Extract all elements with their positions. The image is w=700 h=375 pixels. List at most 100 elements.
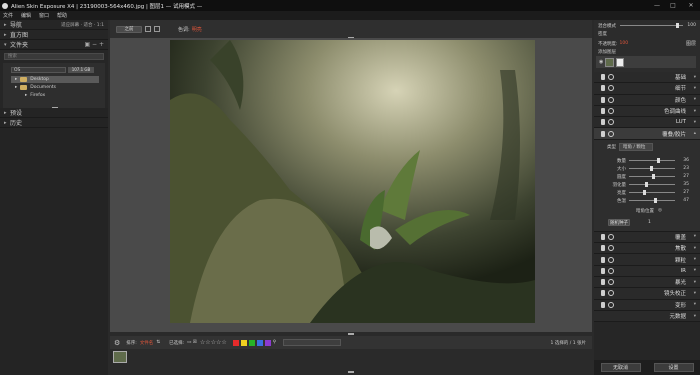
star-rating[interactable]: ☆☆☆☆☆ [200, 339, 227, 346]
panel-basic[interactable]: 基础 ▾ [594, 72, 700, 84]
reset-icon[interactable] [608, 74, 614, 81]
tree-item-desktop[interactable]: ▸ Desktop [11, 76, 99, 83]
random-seed-button[interactable]: 随机种子 [608, 219, 630, 227]
slider-track[interactable] [629, 174, 675, 180]
folders-header[interactable]: ▾ 文件夹 ▣ − + [0, 40, 108, 50]
layer-item[interactable]: ◉ [596, 56, 696, 68]
slider-size[interactable]: 大小 23 [604, 165, 694, 173]
sort-order-icon[interactable]: ⇅ [156, 340, 160, 345]
panel-detail[interactable]: 细节 ▾ [594, 83, 700, 95]
type-row[interactable]: 类型 暗角 / 颗粒 [604, 142, 694, 151]
slider-roundness[interactable]: 圆度 27 [604, 173, 694, 181]
menu-help[interactable]: 帮助 [57, 12, 67, 19]
histogram-header[interactable]: ▸ 直方图 [0, 30, 108, 40]
folder-actions-icon[interactable]: ▣ − + [84, 41, 104, 48]
panel-overlays[interactable]: 覆盖 ▾ [594, 231, 700, 244]
slider-track[interactable] [629, 182, 675, 188]
density-slider[interactable]: 密度 [598, 30, 696, 37]
slider-knob[interactable] [654, 198, 658, 204]
slider-temperature[interactable]: 色温 47 [604, 197, 694, 205]
panel-exposure[interactable]: 暴光 ▾ [594, 276, 700, 289]
reset-icon[interactable] [608, 301, 614, 308]
browser-search-input[interactable] [283, 339, 342, 346]
random-seed-row[interactable]: 随机种子 1 [604, 219, 694, 227]
single-view-icon[interactable] [145, 26, 151, 32]
panel-lut[interactable]: LUT ▾ [594, 117, 700, 129]
slider-feather[interactable]: 羽化量 35 [604, 181, 694, 189]
toggle-icon[interactable] [601, 290, 605, 297]
vignette-center-row[interactable]: 暗角位置 ◎ [604, 207, 694, 215]
reset-icon[interactable] [608, 130, 614, 137]
slider-track[interactable] [629, 198, 675, 204]
flag-icon[interactable]: ▭ ☒ [187, 340, 197, 345]
toggle-icon[interactable] [601, 108, 605, 115]
slider-track[interactable] [629, 166, 675, 172]
reset-icon[interactable] [608, 290, 614, 297]
slider-knob[interactable] [642, 190, 646, 196]
target-icon[interactable]: ◎ [658, 208, 662, 213]
reset-icon[interactable] [608, 108, 614, 115]
toggle-icon[interactable] [601, 301, 605, 308]
slider-knob[interactable] [645, 182, 649, 188]
reset-icon[interactable] [608, 119, 614, 126]
photo-preview[interactable] [170, 40, 535, 323]
reset-icon[interactable] [608, 96, 614, 103]
apply-button[interactable]: 设置 [653, 363, 694, 372]
panel-lens-correction[interactable]: 镜头校正 ▾ [594, 288, 700, 300]
maximize-button[interactable]: □ [666, 0, 680, 11]
panel-transform[interactable]: 变形 ▾ [594, 299, 700, 311]
slider-knob[interactable] [652, 174, 655, 180]
opacity-slider[interactable]: 混合模式 100 [598, 22, 696, 29]
tree-item-documents[interactable]: ▸ Documents [15, 84, 56, 91]
panel-color[interactable]: 颜色 ▾ [594, 94, 700, 106]
presets-header[interactable]: ▸ 预设 [0, 108, 108, 118]
reset-icon[interactable] [608, 85, 614, 92]
reset-icon[interactable] [608, 256, 614, 263]
opacity-track[interactable] [620, 23, 684, 28]
compare-button[interactable]: 之前 [116, 25, 142, 33]
tone-dropdown[interactable]: 明亮 [192, 26, 202, 33]
slider-amount[interactable]: 数量 36 [604, 157, 694, 165]
color-label-purple[interactable] [264, 339, 271, 346]
slider-brightness[interactable]: 亮度 27 [604, 189, 694, 197]
slider-track[interactable] [629, 158, 675, 164]
image-canvas[interactable] [110, 38, 592, 332]
tree-item-firefox[interactable]: ▸ Firefox [25, 92, 45, 99]
split-view-icon[interactable] [154, 26, 160, 32]
toggle-icon[interactable] [601, 96, 605, 103]
history-header[interactable]: ▸ 历史 [0, 118, 108, 128]
close-button[interactable]: ✕ [684, 0, 698, 11]
slider-track[interactable] [629, 190, 675, 196]
panel-overlay-film[interactable]: 覆叠/胶片 ▴ [594, 128, 700, 140]
add-layer-row[interactable]: 添加图层 [598, 48, 696, 55]
sort-dropdown[interactable]: 文件名 [140, 340, 154, 346]
bottom-resize-handle[interactable] [348, 333, 354, 335]
reset-icon[interactable] [608, 279, 614, 286]
gear-icon[interactable]: ⚙ [114, 339, 120, 347]
thumbnail[interactable] [113, 351, 127, 363]
toggle-icon[interactable] [601, 130, 605, 137]
panel-ir[interactable]: IR ▾ [594, 265, 700, 277]
minimize-button[interactable]: — [650, 0, 664, 11]
slider-knob[interactable] [675, 23, 679, 28]
color-label-red[interactable] [232, 339, 239, 346]
toggle-icon[interactable] [601, 74, 605, 81]
blend-value[interactable]: 100 [620, 41, 629, 46]
toggle-icon[interactable] [601, 119, 605, 126]
toggle-icon[interactable] [601, 267, 605, 274]
menu-window[interactable]: 窗口 [39, 12, 49, 19]
menu-file[interactable]: 文件 [3, 12, 13, 19]
toggle-icon[interactable] [601, 233, 605, 240]
layer-mode[interactable]: 图层 [686, 40, 696, 47]
panel-tone-curve[interactable]: 色调曲线 ▾ [594, 105, 700, 118]
toggle-icon[interactable] [601, 256, 605, 263]
blend-row[interactable]: 不透明度: 100 图层 [598, 40, 696, 47]
panel-grain[interactable]: 颗粒 ▾ [594, 254, 700, 266]
panel-focus[interactable]: 焦散 ▾ [594, 243, 700, 255]
slider-knob[interactable] [656, 158, 660, 164]
toggle-icon[interactable] [601, 85, 605, 92]
filmstrip-resize-handle[interactable] [348, 371, 354, 373]
tree-root-drive[interactable]: OS 107.1 GB [11, 66, 99, 74]
color-label-blue[interactable] [256, 339, 263, 346]
navigator-zoom-options[interactable]: 适应屏幕 · 适合 · 1:1 [61, 22, 104, 28]
